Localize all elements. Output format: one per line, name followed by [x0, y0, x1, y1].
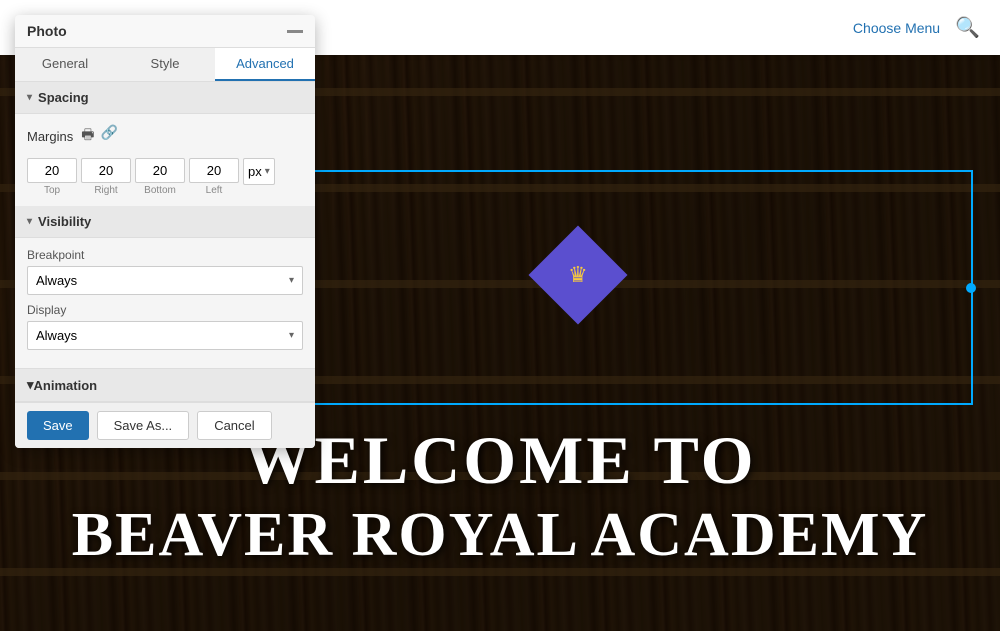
save-button[interactable]: Save: [27, 411, 89, 440]
visibility-chevron-icon: ▾: [27, 216, 32, 227]
breakpoint-chevron-icon: ▾: [289, 275, 294, 286]
animation-section-header[interactable]: ▾ Animation: [15, 368, 315, 402]
breakpoint-row: Breakpoint Always ▾: [27, 248, 303, 295]
panel-header: Photo: [15, 15, 315, 48]
margin-bottom-group: Bottom: [135, 158, 185, 196]
link-icon[interactable]: 🔗: [100, 124, 117, 148]
spacing-content: Margins 🖶 🔗 Top Right Bottom: [15, 114, 315, 206]
panel: Photo General Style Advanced ▾ Spacing M…: [15, 15, 315, 448]
margins-icons: 🖶 🔗: [81, 124, 118, 148]
margin-right-group: Right: [81, 158, 131, 196]
display-row: Display Always ▾: [27, 303, 303, 350]
animation-label: Animation: [34, 378, 98, 393]
margin-left-group: Left: [189, 158, 239, 196]
panel-tabs: General Style Advanced: [15, 48, 315, 82]
margin-input-row: Top Right Bottom Left px ▾: [27, 158, 303, 196]
tab-style[interactable]: Style: [115, 48, 215, 81]
save-as-button[interactable]: Save As...: [97, 411, 190, 440]
margin-top-group: Top: [27, 158, 77, 196]
spacing-section-header[interactable]: ▾ Spacing: [15, 82, 315, 114]
display-label: Display: [27, 303, 303, 317]
panel-title: Photo: [27, 23, 67, 39]
logo-inner: ♛: [568, 264, 588, 286]
tab-advanced[interactable]: Advanced: [215, 48, 315, 81]
visibility-section-header[interactable]: ▾ Visibility: [15, 206, 315, 238]
margins-label: Margins: [27, 129, 73, 144]
nav-right: Choose Menu 🔍: [853, 15, 980, 40]
choose-menu-link[interactable]: Choose Menu: [853, 20, 940, 36]
breakpoint-select[interactable]: Always ▾: [27, 266, 303, 295]
margin-top-input[interactable]: [27, 158, 77, 183]
margin-bottom-label: Bottom: [144, 185, 176, 196]
breakpoint-value: Always: [36, 273, 77, 288]
cancel-button[interactable]: Cancel: [197, 411, 271, 440]
spacing-chevron-icon: ▾: [27, 92, 32, 103]
display-select[interactable]: Always ▾: [27, 321, 303, 350]
margin-top-label: Top: [44, 185, 60, 196]
visibility-content: Breakpoint Always ▾ Display Always ▾: [15, 238, 315, 368]
margin-right-label: Right: [94, 185, 117, 196]
margin-right-input[interactable]: [81, 158, 131, 183]
spacing-label: Spacing: [38, 90, 89, 105]
display-value: Always: [36, 328, 77, 343]
unit-select[interactable]: px ▾: [243, 158, 275, 185]
visibility-label: Visibility: [38, 214, 91, 229]
display-chevron-icon: ▾: [289, 330, 294, 341]
minimize-button[interactable]: [287, 30, 303, 33]
tab-general[interactable]: General: [15, 48, 115, 81]
unit-chevron-icon: ▾: [265, 166, 270, 177]
margin-left-input[interactable]: [189, 158, 239, 183]
panel-footer: Save Save As... Cancel: [15, 402, 315, 448]
panel-body: ▾ Spacing Margins 🖶 🔗 Top Right: [15, 82, 315, 402]
margin-bottom-input[interactable]: [135, 158, 185, 183]
welcome-line2: BEAVER ROYAL ACADEMY: [0, 500, 1000, 571]
search-icon[interactable]: 🔍: [955, 15, 980, 40]
margins-row: Margins 🖶 🔗: [27, 124, 303, 148]
desktop-icon[interactable]: 🖶: [81, 124, 94, 148]
unit-value: px: [248, 164, 262, 179]
margin-left-label: Left: [206, 185, 223, 196]
breakpoint-label: Breakpoint: [27, 248, 303, 262]
